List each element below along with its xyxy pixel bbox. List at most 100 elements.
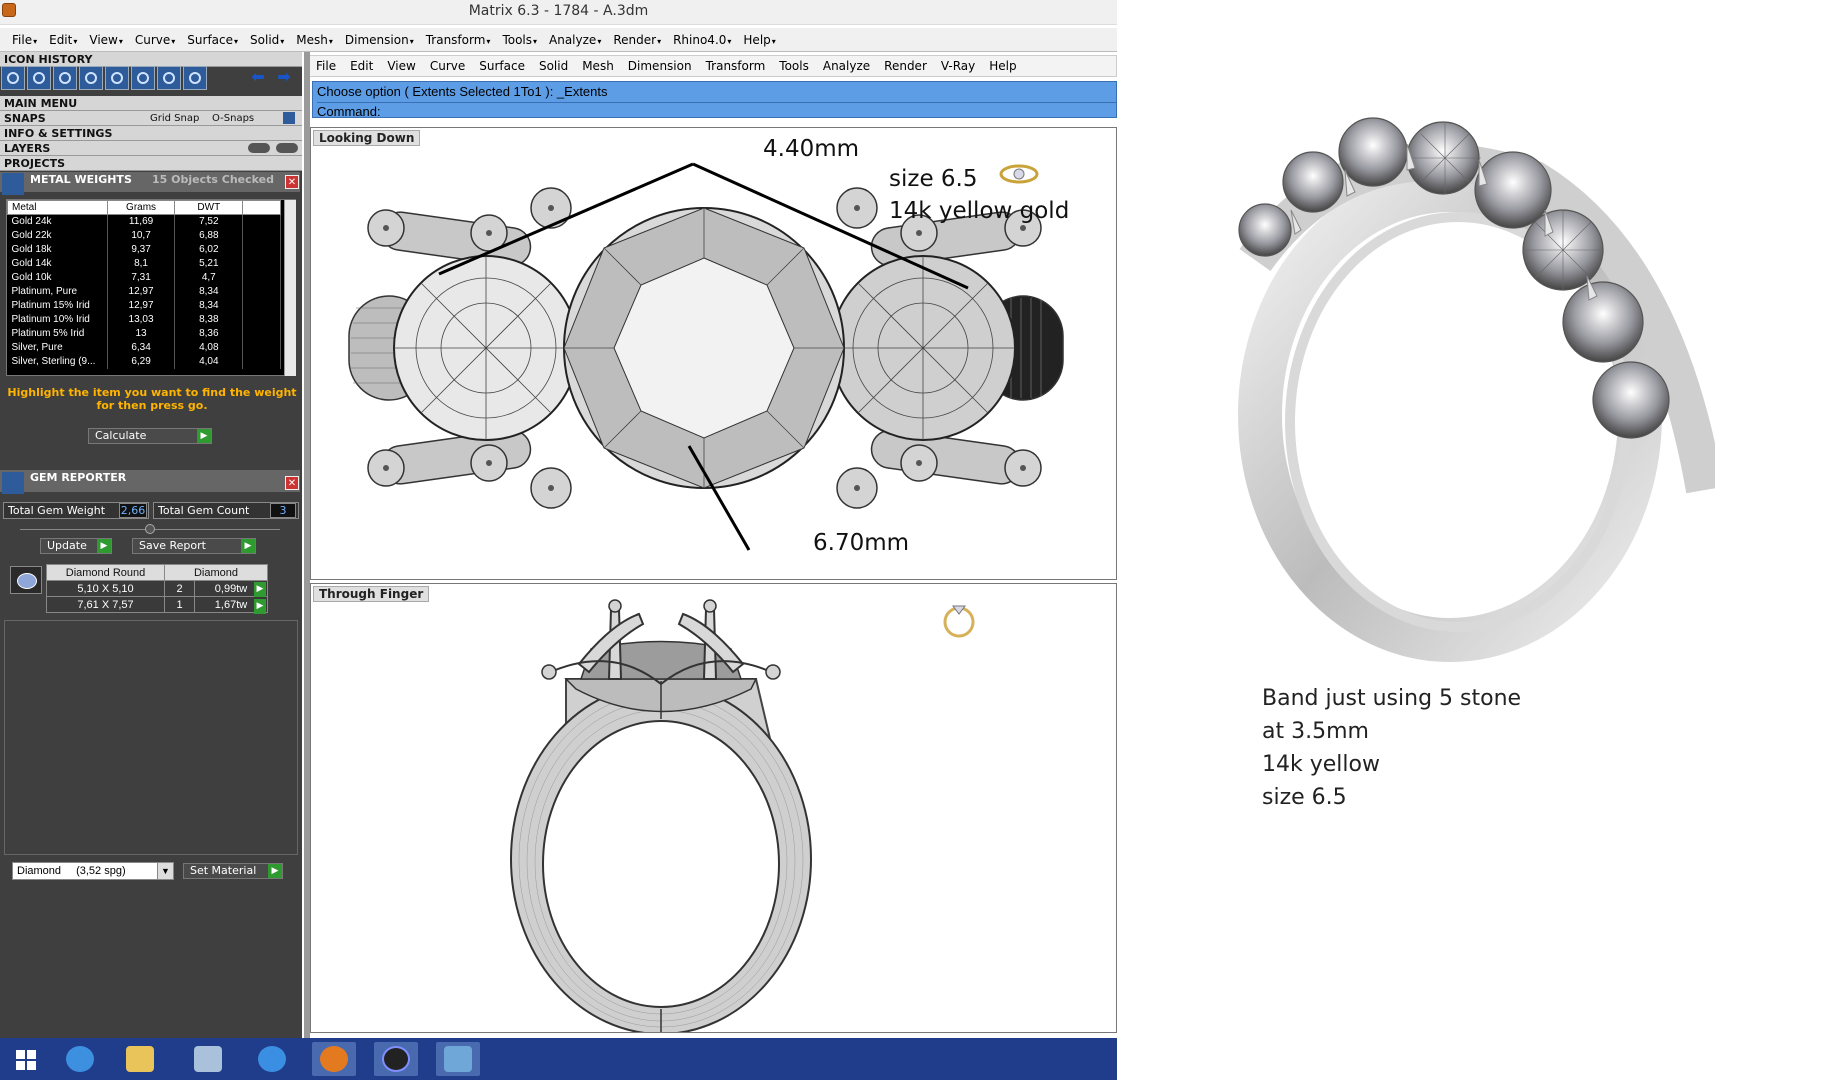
media-icon[interactable]	[374, 1042, 418, 1076]
icon-history-header[interactable]: ICON HISTORY	[0, 52, 302, 67]
column-header[interactable]: Diamond	[164, 564, 268, 581]
eye-icon[interactable]	[276, 143, 298, 153]
inner-menu-edit[interactable]: Edit	[350, 59, 373, 73]
inner-menu-mesh[interactable]: Mesh	[582, 59, 614, 73]
o-snaps-toggle[interactable]: O-Snaps	[212, 111, 254, 126]
go-arrow-icon[interactable]: ▶	[254, 599, 266, 614]
menu-surface[interactable]: Surface	[187, 33, 238, 47]
matrix-app-icon[interactable]	[312, 1042, 356, 1076]
info-settings-header[interactable]: INFO & SETTINGS	[0, 126, 302, 141]
menu-file[interactable]: File	[12, 33, 37, 47]
start-button[interactable]	[4, 1042, 48, 1076]
table-row[interactable]: 7,61 X 7,57 1 1,67tw	[46, 596, 268, 613]
history-icon-4[interactable]	[79, 66, 103, 90]
column-header[interactable]: Diamond Round	[46, 564, 165, 581]
history-icon-7[interactable]	[157, 66, 181, 90]
menu-curve[interactable]: Curve	[135, 33, 175, 47]
inner-menu-bar: File Edit View Curve Surface Solid Mesh …	[305, 55, 1117, 77]
set-material-button[interactable]: Set Material ▶	[183, 863, 283, 879]
table-row[interactable]: Platinum 10% Irid 13,03 8,38	[7, 312, 281, 327]
inner-menu-view[interactable]: View	[387, 59, 415, 73]
projects-header[interactable]: PROJECTS	[0, 156, 302, 171]
close-metal-weights-icon[interactable]: ✕	[285, 175, 299, 189]
panel-splitter[interactable]	[304, 52, 310, 1038]
computer-icon[interactable]	[186, 1042, 230, 1076]
splitter-handle[interactable]	[145, 524, 155, 534]
menu-transform[interactable]: Transform	[426, 33, 491, 47]
update-button[interactable]: Update ▶	[40, 538, 112, 554]
menu-dimension[interactable]: Dimension	[345, 33, 414, 47]
material-select[interactable]: Diamond (3,52 spg) ▼	[12, 862, 174, 880]
command-area: Choose option ( Extents Selected 1To1 ):…	[312, 81, 1117, 119]
main-menu-header[interactable]: MAIN MENU	[0, 96, 302, 111]
image-viewer-icon[interactable]	[436, 1042, 480, 1076]
inner-menu-tools[interactable]: Tools	[779, 59, 809, 73]
back-arrow-icon[interactable]: ⬅	[246, 68, 270, 86]
inner-menu-vray[interactable]: V-Ray	[941, 59, 975, 73]
inner-menu-curve[interactable]: Curve	[430, 59, 465, 73]
inner-menu-render[interactable]: Render	[884, 59, 927, 73]
objects-checked-status: 15 Objects Checked	[152, 173, 274, 186]
table-row[interactable]: Gold 18k 9,37 6,02	[7, 242, 281, 257]
band-render-image	[1238, 117, 1715, 662]
layer-toggle-icon[interactable]	[248, 143, 270, 153]
menu-edit[interactable]: Edit	[49, 33, 77, 47]
history-icon-6[interactable]	[131, 66, 155, 90]
table-row[interactable]: Gold 22k 10,7 6,88	[7, 228, 281, 243]
dwt-cell: 4,7	[174, 270, 244, 285]
inner-menu-solid[interactable]: Solid	[539, 59, 568, 73]
go-arrow-icon: ▶	[97, 539, 111, 553]
inner-menu-transform[interactable]: Transform	[706, 59, 766, 73]
column-header[interactable]: Metal	[7, 200, 108, 215]
menu-render[interactable]: Render	[613, 33, 661, 47]
inner-menu-file[interactable]: File	[316, 59, 336, 73]
column-header[interactable]: DWT	[174, 200, 244, 215]
metal-weights-scrollbar[interactable]	[284, 200, 296, 376]
go-arrow-icon[interactable]: ▶	[254, 582, 266, 597]
history-icon-1[interactable]	[1, 66, 25, 90]
inner-menu-surface[interactable]: Surface	[479, 59, 525, 73]
forward-arrow-icon[interactable]: ➡	[272, 68, 296, 86]
command-history: Choose option ( Extents Selected 1To1 ):…	[317, 84, 608, 99]
history-icon-2[interactable]	[27, 66, 51, 90]
menu-tools[interactable]: Tools	[502, 33, 537, 47]
folder-icon[interactable]	[118, 1042, 162, 1076]
menu-view[interactable]: View	[89, 33, 123, 47]
table-row[interactable]: Platinum 15% Irid 12,97 8,34	[7, 298, 281, 313]
metal-cell: Platinum 5% Irid	[7, 326, 108, 341]
command-input[interactable]: Command:	[317, 102, 1116, 119]
grams-cell: 6,29	[107, 354, 176, 369]
history-icon-8[interactable]	[183, 66, 207, 90]
table-row[interactable]: Platinum, Pure 12,97 8,34	[7, 284, 281, 299]
menu-solid[interactable]: Solid	[250, 33, 284, 47]
table-row[interactable]: Gold 14k 8,1 5,21	[7, 256, 281, 271]
menu-analyze[interactable]: Analyze	[549, 33, 601, 47]
viewport-looking-down[interactable]: Looking Down 4.40mm size 6.5 14k yellow …	[310, 127, 1117, 580]
layers-header[interactable]: LAYERS	[0, 141, 302, 156]
table-row[interactable]: 5,10 X 5,10 2 0,99tw	[46, 580, 268, 597]
menu-mesh[interactable]: Mesh	[296, 33, 333, 47]
history-icon-3[interactable]	[53, 66, 77, 90]
snaps-header[interactable]: SNAPS Grid Snap O-Snaps	[0, 111, 302, 126]
grid-snap-toggle[interactable]: Grid Snap	[150, 111, 199, 126]
table-row[interactable]: Platinum 5% Irid 13 8,36	[7, 326, 281, 341]
close-gem-reporter-icon[interactable]: ✕	[285, 476, 299, 490]
inner-menu-dimension[interactable]: Dimension	[628, 59, 692, 73]
metal-weights-icon	[2, 173, 24, 195]
column-header[interactable]: Grams	[106, 200, 176, 215]
history-icon-5[interactable]	[105, 66, 129, 90]
calculate-button[interactable]: Calculate ▶	[88, 428, 212, 444]
table-row[interactable]: Gold 24k 11,69 7,52	[7, 214, 281, 229]
inner-menu-analyze[interactable]: Analyze	[823, 59, 870, 73]
table-row[interactable]: Silver, Sterling (9... 6,29 4,04	[7, 354, 281, 369]
table-row[interactable]: Gold 10k 7,31 4,7	[7, 270, 281, 285]
inner-menu-help[interactable]: Help	[989, 59, 1016, 73]
snap-settings-icon[interactable]	[283, 112, 295, 124]
remote-icon[interactable]	[250, 1042, 294, 1076]
menu-rhino[interactable]: Rhino4.0	[673, 33, 731, 47]
viewport-through-finger[interactable]: Through Finger	[310, 583, 1117, 1033]
menu-help[interactable]: Help	[743, 33, 775, 47]
browser-icon[interactable]	[58, 1042, 102, 1076]
save-report-button[interactable]: Save Report ▶	[132, 538, 256, 554]
table-row[interactable]: Silver, Pure 6,34 4,08	[7, 340, 281, 355]
